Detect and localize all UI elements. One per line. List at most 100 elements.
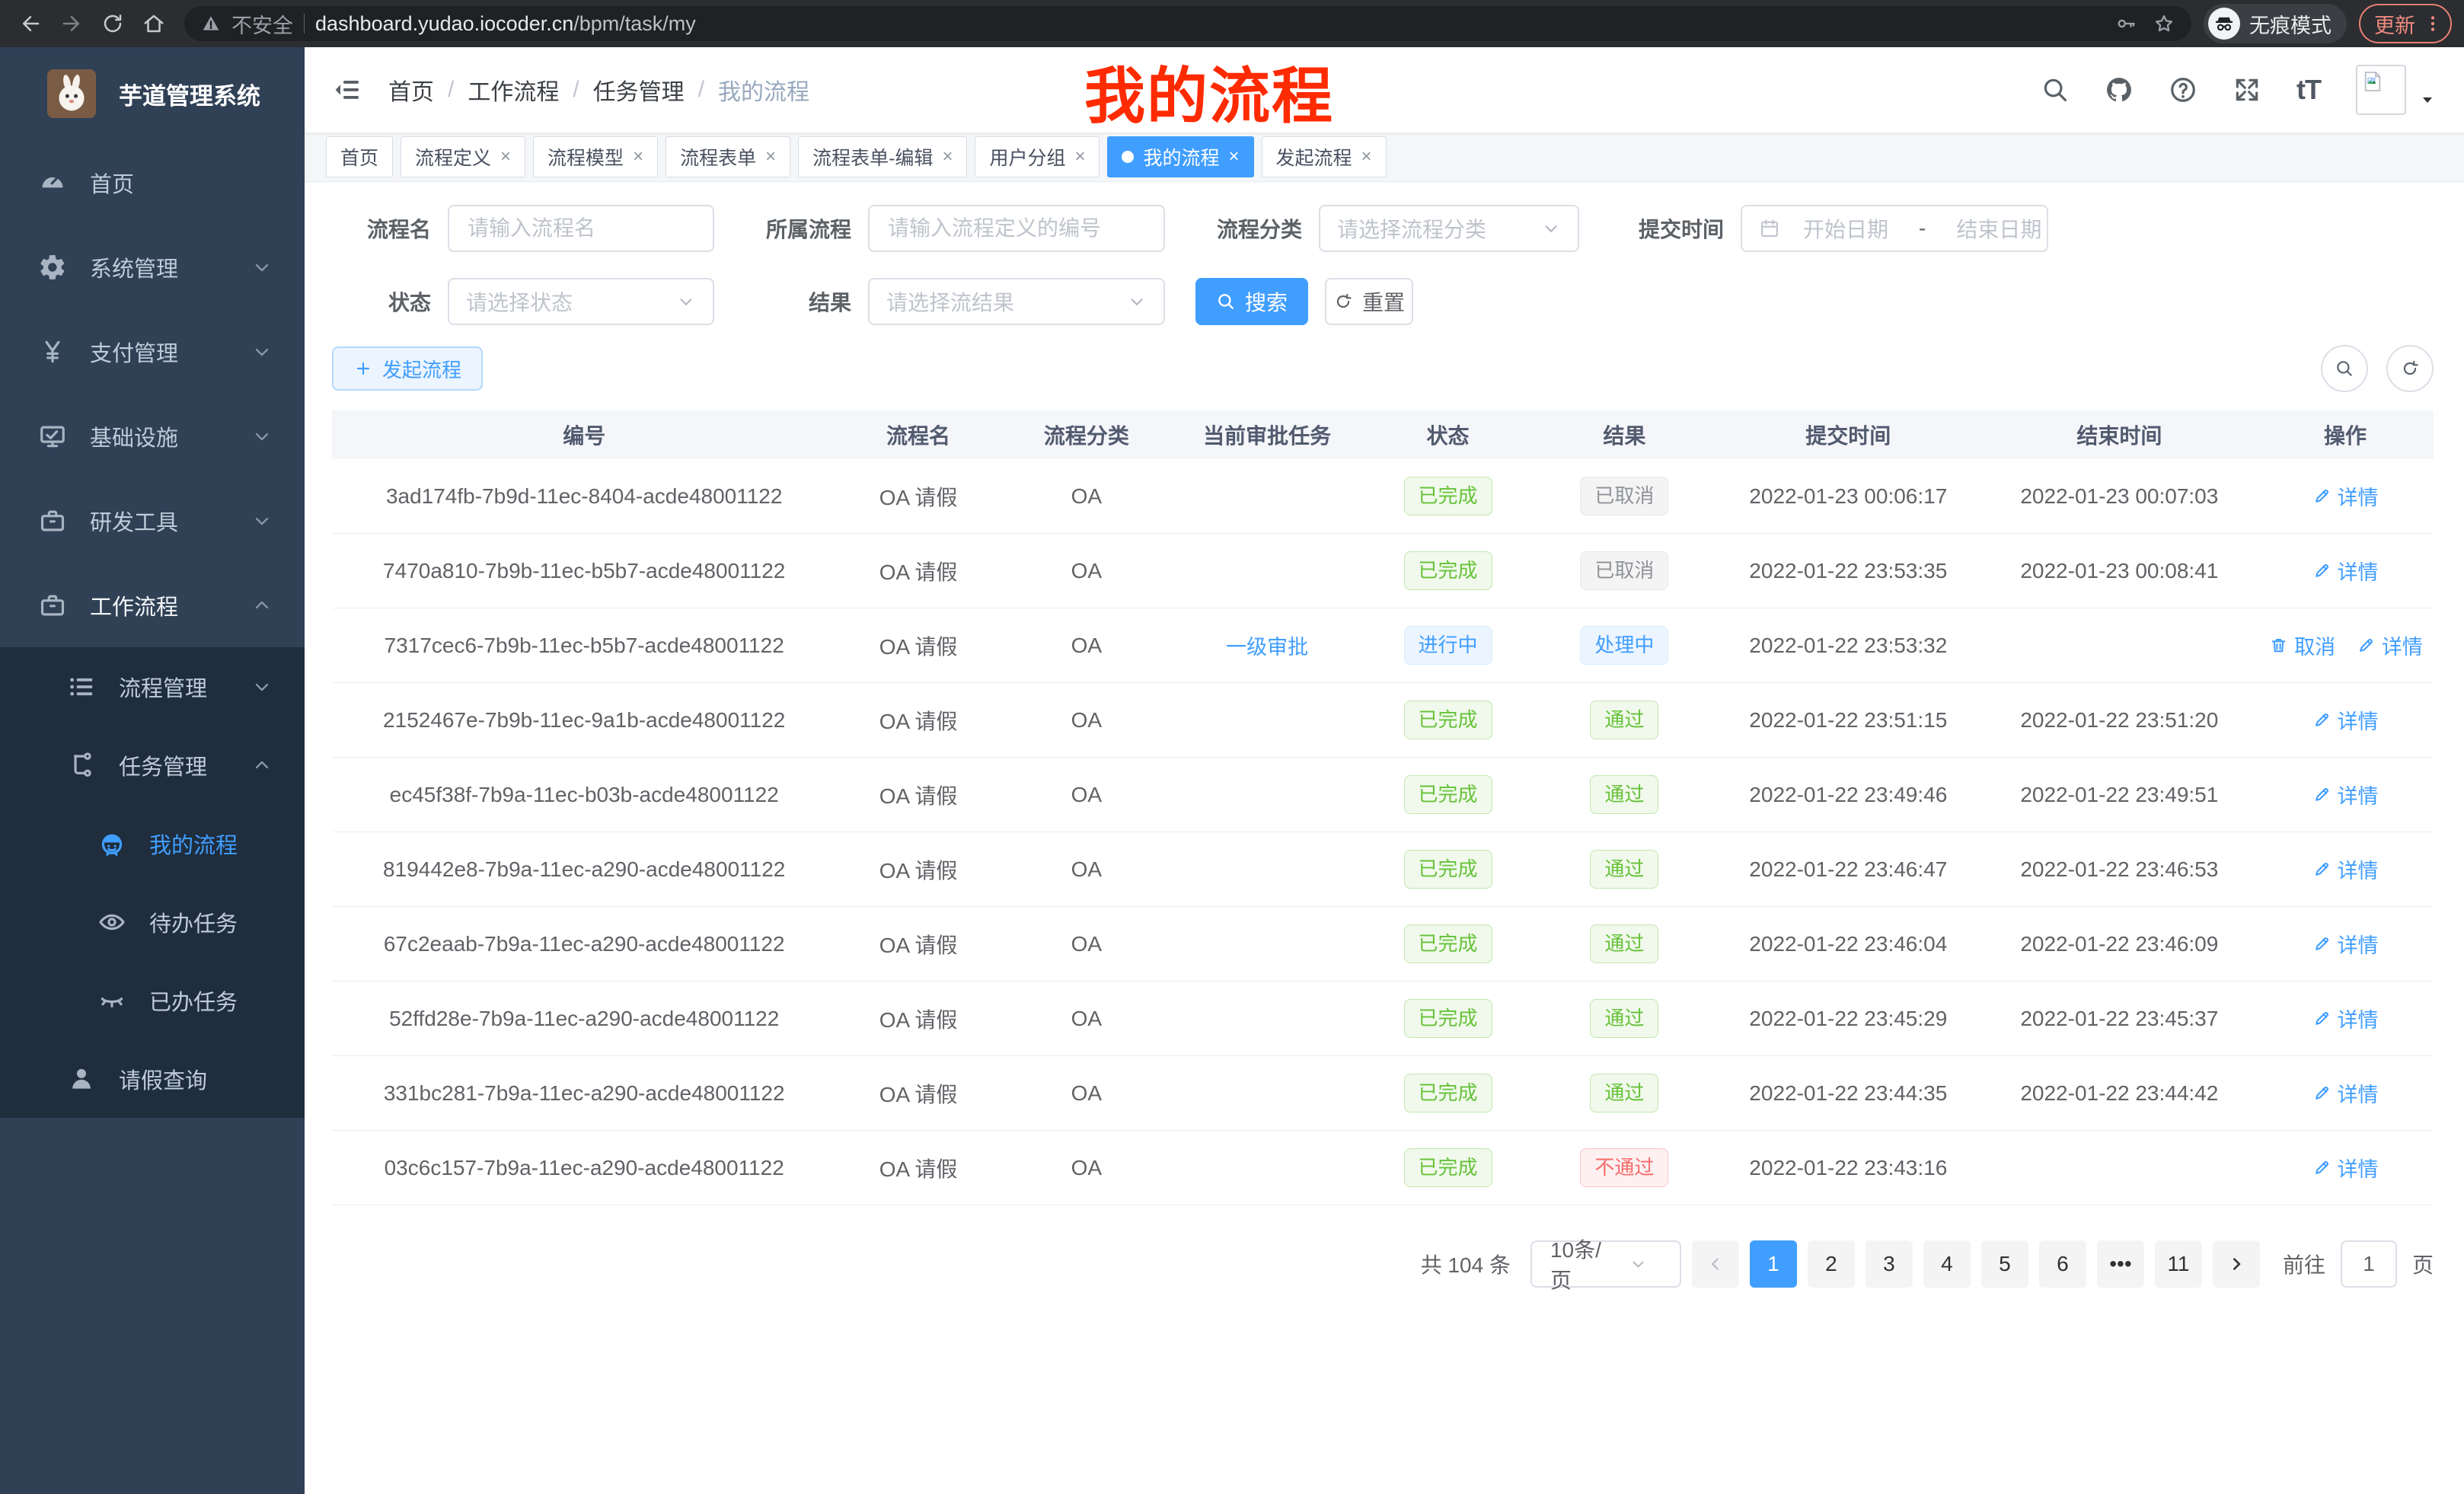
browser-reload-button[interactable]: [94, 5, 131, 42]
edit-icon: [2312, 1009, 2332, 1028]
avatar-caret-down-icon[interactable]: [2418, 91, 2437, 109]
sidebar-item-4[interactable]: 研发工具: [0, 478, 305, 563]
detail-action-link[interactable]: 详情: [2312, 705, 2379, 735]
sidebar-item-8[interactable]: 我的流程: [0, 804, 305, 883]
tab-close-icon[interactable]: ×: [942, 148, 953, 166]
sidebar-item-3[interactable]: 基础设施: [0, 394, 305, 478]
tab-close-icon[interactable]: ×: [1074, 148, 1085, 166]
goto-page-input[interactable]: [2341, 1240, 2397, 1288]
sidebar-item-11[interactable]: 请假查询: [0, 1039, 305, 1118]
browser-back-button[interactable]: [12, 5, 49, 42]
create-process-button[interactable]: 发起流程: [332, 346, 483, 391]
browser-menu-dots-icon[interactable]: [2423, 14, 2443, 34]
detail-action-link[interactable]: 详情: [2357, 630, 2423, 660]
cell-current-task: [1173, 534, 1361, 608]
sidebar-item-9[interactable]: 待办任务: [0, 883, 305, 961]
address-bar[interactable]: 不安全 dashboard.yudao.iocoder.cn/bpm/task/…: [184, 6, 2191, 41]
page-content: 流程名 所属流程 流程分类 请选择流程分类 提交时间 开始日期 - 结束日期: [305, 182, 2464, 1494]
breadcrumb-item[interactable]: 首页: [388, 73, 434, 107]
cell-current-task: 一级审批: [1173, 608, 1361, 683]
process-category-select[interactable]: 请选择流程分类: [1319, 205, 1579, 252]
page-button-4[interactable]: 4: [1923, 1240, 1971, 1288]
page-button-2[interactable]: 2: [1808, 1240, 1855, 1288]
github-icon[interactable]: [2105, 75, 2134, 104]
tab-1[interactable]: 流程定义 ×: [401, 136, 525, 177]
page-button-1[interactable]: 1: [1750, 1240, 1797, 1288]
detail-action-link[interactable]: 详情: [2312, 854, 2379, 884]
detail-action-link[interactable]: 详情: [2312, 1078, 2379, 1108]
sidebar-item-5[interactable]: 工作流程: [0, 563, 305, 647]
detail-action-link[interactable]: 详情: [2312, 780, 2379, 809]
reset-button[interactable]: 重置: [1325, 278, 1413, 325]
result-tag: 通过: [1590, 999, 1658, 1038]
sidebar-item-1[interactable]: 系统管理: [0, 225, 305, 309]
tab-close-icon[interactable]: ×: [765, 148, 776, 166]
sidebar-item-0[interactable]: 首页: [0, 140, 305, 225]
detail-action-link[interactable]: 详情: [2312, 929, 2379, 959]
page-button-6[interactable]: 6: [2039, 1240, 2086, 1288]
fullscreen-icon[interactable]: [2233, 75, 2261, 104]
process-table: 编号流程名流程分类当前审批任务状态结果提交时间结束时间操作 3ad174fb-7…: [332, 410, 2434, 1205]
tab-close-icon[interactable]: ×: [633, 148, 643, 166]
process-definition-input[interactable]: [868, 205, 1165, 252]
tab-7[interactable]: 发起流程 ×: [1262, 136, 1387, 177]
process-name-input[interactable]: [448, 205, 714, 252]
tab-label: 首页: [340, 143, 378, 171]
cell-status: 进行中: [1361, 608, 1534, 683]
header-search-icon[interactable]: [2041, 75, 2070, 104]
font-size-icon[interactable]: tT: [2296, 74, 2321, 106]
tab-close-icon[interactable]: ×: [1361, 148, 1372, 166]
page-button-11[interactable]: 11: [2155, 1240, 2202, 1288]
detail-action-link[interactable]: 详情: [2312, 556, 2379, 586]
eye-closed-icon: [97, 986, 126, 1015]
page-size-select[interactable]: 10条/页: [1530, 1240, 1681, 1288]
detail-action-link[interactable]: 详情: [2312, 1153, 2379, 1183]
current-task-link[interactable]: 一级审批: [1226, 630, 1308, 660]
browser-update-button[interactable]: 更新: [2359, 4, 2452, 43]
tab-close-icon[interactable]: ×: [1229, 148, 1240, 166]
list-icon: [67, 672, 96, 701]
sidebar-item-10[interactable]: 已办任务: [0, 961, 305, 1039]
page-more-button[interactable]: •••: [2097, 1240, 2144, 1288]
cell-result: 通过: [1534, 683, 1715, 758]
breadcrumb-item[interactable]: 工作流程: [468, 73, 559, 107]
password-key-icon[interactable]: [2115, 13, 2137, 34]
sidebar-item-6[interactable]: 流程管理: [0, 647, 305, 726]
prev-page-button[interactable]: [1692, 1240, 1739, 1288]
sidebar-item-7[interactable]: 任务管理: [0, 726, 305, 804]
sidebar-item-2[interactable]: 支付管理: [0, 309, 305, 394]
submit-time-range-picker[interactable]: 开始日期 - 结束日期: [1741, 205, 2048, 252]
tab-2[interactable]: 流程模型 ×: [533, 136, 658, 177]
tab-3[interactable]: 流程表单 ×: [665, 136, 790, 177]
tab-4[interactable]: 流程表单-编辑 ×: [798, 136, 967, 177]
refresh-icon: [1333, 292, 1353, 311]
tab-close-icon[interactable]: ×: [500, 148, 511, 166]
detail-action-link[interactable]: 详情: [2312, 481, 2379, 511]
table-search-toggle-button[interactable]: [2321, 345, 2368, 392]
result-select[interactable]: 请选择流结果: [868, 278, 1165, 325]
tab-6[interactable]: 我的流程 ×: [1107, 136, 1253, 177]
tab-0[interactable]: 首页: [326, 136, 393, 177]
user-avatar[interactable]: [2356, 65, 2437, 115]
bookmark-star-icon[interactable]: [2153, 13, 2175, 34]
column-header: 结果: [1534, 410, 1715, 459]
search-button[interactable]: 搜索: [1195, 278, 1308, 325]
result-tag: 通过: [1590, 775, 1658, 814]
chevron-down-icon: [676, 292, 696, 311]
page-button-5[interactable]: 5: [1981, 1240, 2028, 1288]
table-refresh-button[interactable]: [2386, 345, 2434, 392]
breadcrumb-item[interactable]: 任务管理: [593, 73, 685, 107]
chevron-left-icon: [1706, 1254, 1725, 1274]
sidebar-fold-icon[interactable]: [332, 75, 362, 105]
next-page-button[interactable]: [2213, 1240, 2260, 1288]
user-icon: [67, 1065, 96, 1093]
cancel-action-link[interactable]: 取消: [2269, 630, 2335, 660]
help-question-icon[interactable]: [2169, 75, 2197, 104]
app-logo-row[interactable]: 芋道管理系统: [0, 47, 305, 140]
browser-home-button[interactable]: [136, 5, 172, 42]
browser-forward-button[interactable]: [53, 5, 90, 42]
page-button-3[interactable]: 3: [1866, 1240, 1913, 1288]
status-select[interactable]: 请选择状态: [448, 278, 714, 325]
tab-5[interactable]: 用户分组 ×: [975, 136, 1100, 177]
detail-action-link[interactable]: 详情: [2312, 1004, 2379, 1033]
